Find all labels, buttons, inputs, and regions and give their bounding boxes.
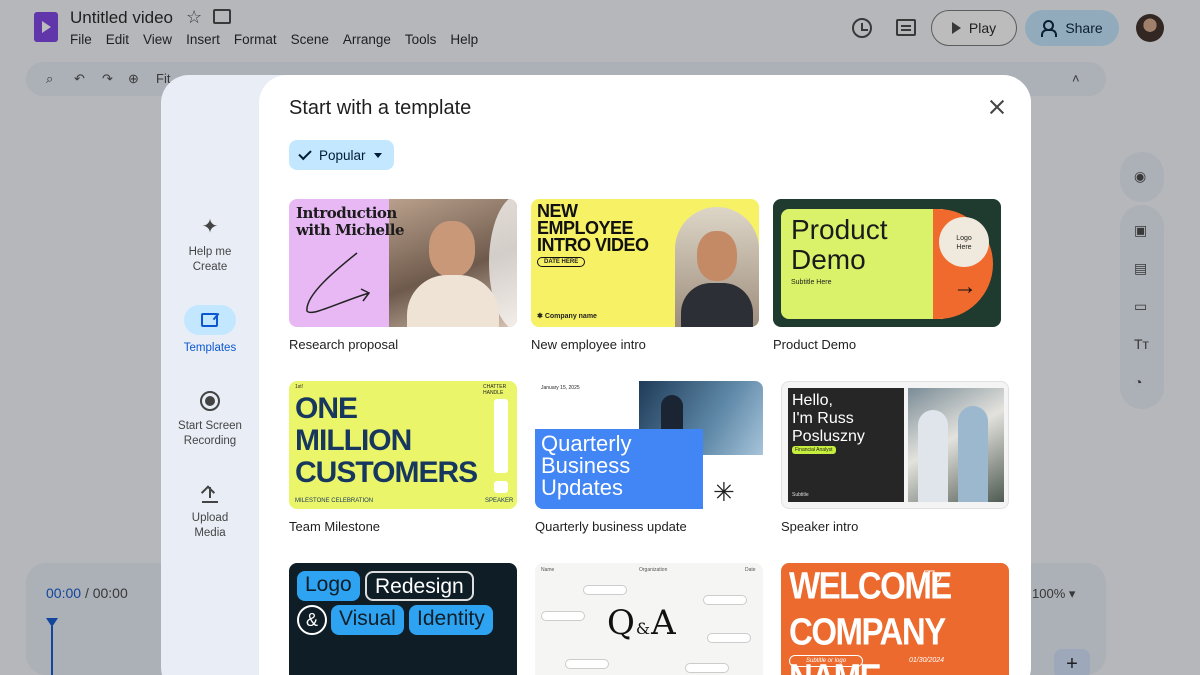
thumb-word: Redesign	[365, 571, 474, 601]
thumb-logo: Logo	[956, 235, 972, 242]
popular-filter-chip[interactable]: Popular	[289, 140, 394, 170]
sidebar-item-upload-media[interactable]: Upload Media	[161, 483, 259, 541]
thumb-title: Updates	[541, 475, 623, 500]
template-thumbnail: NEW EMPLOYEE INTRO VIDEO DATE HERE ✱ Compa…	[531, 199, 759, 327]
sidebar-item-help-me-create[interactable]: ✦ Help me Create	[161, 215, 259, 275]
sparkle-icon: ✦	[201, 216, 219, 238]
thumb-title: Product	[791, 214, 888, 245]
thumb-text: MILESTONE CELEBRATION	[295, 498, 374, 504]
sidebar-label: Templates	[183, 342, 237, 354]
template-product-demo[interactable]: Logo Here Product Demo Subtitle Here → Pro…	[773, 199, 1001, 352]
sidebar-label: Start Screen	[178, 420, 242, 432]
sidebar-label: Media	[194, 527, 226, 539]
sidebar-label: Upload	[191, 512, 229, 524]
thumb-subtitle: Subtitle	[792, 492, 809, 498]
thumb-title: Hello,	[792, 392, 833, 409]
template-caption: Research proposal	[289, 337, 399, 352]
thumb-title: A	[651, 603, 677, 643]
thumb-text: CHATTER HANDLE	[483, 384, 507, 396]
template-thumbnail: Hello, I'm Russ Posluszny Financial Analys…	[781, 381, 1009, 509]
template-speaker-intro[interactable]: Hello, I'm Russ Posluszny Financial Analys…	[781, 381, 1009, 534]
template-thumbnail: Name Organization Date Q&A	[535, 563, 763, 675]
template-thumbnail: Introduction with Michelle	[289, 199, 517, 327]
filter-label: Popular	[319, 147, 366, 163]
thumb-title: Q	[607, 603, 636, 643]
asterisk-icon: ✳	[713, 477, 735, 507]
dialog-sidebar: ✦ Help me Create Templates Start Screen …	[161, 75, 259, 675]
thumb-text: To	[923, 567, 943, 586]
thumb-date-chip: DATE HERE	[537, 257, 586, 267]
thumb-title: Quarterly	[541, 431, 632, 456]
thumb-tag: Financial Analyst	[792, 446, 836, 454]
thumb-title: Demo	[791, 244, 866, 275]
close-icon[interactable]	[987, 97, 1007, 117]
thumb-word: Logo	[297, 571, 360, 601]
template-quarterly-business-update[interactable]: January 15, 2025 Quarterly Business Update…	[535, 381, 763, 534]
template-logo-redesign[interactable]: Logo Redesign & Visual Identity	[289, 563, 517, 675]
template-welcome[interactable]: WELCOMECOMPANY NAME To Subtitle or logo …	[781, 563, 1009, 675]
template-caption: Product Demo	[773, 337, 857, 352]
thumb-title: with Michelle	[296, 221, 405, 239]
thumb-text: Name	[541, 567, 555, 573]
thumb-title: ONE	[295, 392, 358, 425]
template-caption: Team Milestone	[289, 519, 381, 534]
thumb-text: SPEAKER	[485, 498, 514, 504]
template-caption: Quarterly business update	[535, 519, 687, 534]
thumb-text: Organization	[639, 567, 668, 573]
dialog-title: Start with a template	[289, 97, 472, 119]
thumb-word: Visual	[331, 605, 404, 635]
template-thumbnail: Logo Redesign & Visual Identity	[289, 563, 517, 675]
thumb-title: &	[635, 619, 652, 638]
thumb-subtitle: Subtitle or logo	[789, 655, 864, 667]
thumb-text: Date	[745, 567, 756, 573]
thumb-date: 01/30/2024	[909, 657, 945, 664]
sidebar-label: Create	[192, 261, 228, 273]
thumb-title: Posluszny	[792, 428, 865, 445]
template-caption: New employee intro	[531, 337, 646, 352]
template-q-and-a[interactable]: Name Organization Date Q&A	[535, 563, 763, 675]
thumb-title: CUSTOMERS	[295, 456, 478, 489]
arrow-scribble-icon	[306, 252, 371, 314]
thumb-date: January 15, 2025	[541, 385, 580, 391]
template-research-proposal[interactable]: Introduction with Michelle Research propo…	[289, 199, 517, 352]
template-team-milestone[interactable]: 1st! CHATTER HANDLE ONE MILLION CUSTOMERS …	[289, 381, 517, 534]
thumb-word: Identity	[409, 605, 493, 635]
thumb-company: Company name	[544, 313, 597, 320]
templates-icon	[184, 305, 236, 335]
template-thumbnail: January 15, 2025 Quarterly Business Update…	[535, 381, 763, 509]
thumb-title: Business	[541, 453, 631, 478]
thumb-title: INTRO VIDEO	[537, 235, 649, 255]
template-new-employee-intro[interactable]: NEW EMPLOYEE INTRO VIDEO DATE HERE ✱ Compa…	[531, 199, 759, 352]
upload-icon	[201, 485, 219, 505]
sidebar-item-templates[interactable]: Templates	[161, 305, 259, 356]
template-thumbnail: 1st! CHATTER HANDLE ONE MILLION CUSTOMERS …	[289, 381, 517, 509]
template-dialog: ✦ Help me Create Templates Start Screen …	[161, 75, 1031, 675]
template-caption: Speaker intro	[781, 519, 859, 534]
thumb-title: WELCOME	[789, 564, 952, 607]
thumb-word: &	[297, 605, 327, 635]
thumb-subtitle: Subtitle Here	[791, 279, 832, 286]
sidebar-label: Recording	[183, 435, 237, 447]
thumb-title: Introduction	[296, 204, 397, 222]
template-panel: Start with a template Popular Introducti…	[259, 75, 1031, 675]
sidebar-label: Help me	[188, 246, 232, 258]
thumb-text: 1st!	[295, 384, 304, 390]
dropdown-icon	[373, 152, 382, 158]
template-thumbnail: Logo Here Product Demo Subtitle Here →	[773, 199, 1001, 327]
thumb-title: MILLION	[295, 424, 412, 457]
sidebar-item-start-screen-recording[interactable]: Start Screen Recording	[161, 389, 259, 449]
arrow-right-icon: →	[953, 273, 977, 300]
check-icon	[298, 146, 312, 160]
record-icon	[200, 391, 220, 411]
thumb-title: I'm Russ	[792, 410, 854, 427]
template-thumbnail: WELCOMECOMPANY NAME To Subtitle or logo …	[781, 563, 1009, 675]
thumb-logo: Here	[956, 244, 972, 251]
